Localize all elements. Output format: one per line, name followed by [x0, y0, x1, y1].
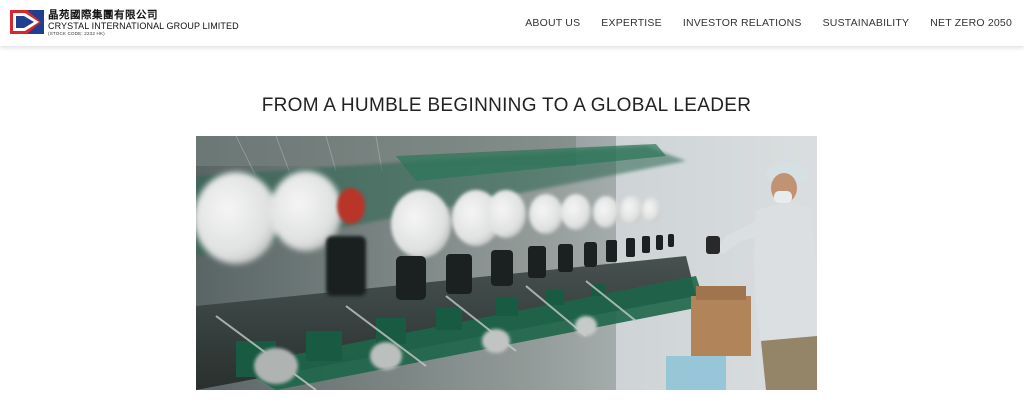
crystal-logo-icon[interactable] [10, 10, 44, 34]
brand-block[interactable]: 晶苑國際集團有限公司 CRYSTAL INTERNATIONAL GROUP L… [48, 9, 239, 37]
brand-name-chinese: 晶苑國際集團有限公司 [48, 9, 158, 21]
stock-code: (STOCK CODE: 2232 HK) [48, 31, 105, 36]
hero-title: FROM A HUMBLE BEGINNING TO A GLOBAL LEAD… [261, 95, 752, 116]
nav-investor-relations[interactable]: INVESTOR RELATIONS [683, 17, 802, 29]
nav-expertise[interactable]: EXPERTISE [601, 17, 662, 29]
nav-about-us[interactable]: ABOUT US [525, 17, 580, 29]
site-header: 晶苑國際集團有限公司 CRYSTAL INTERNATIONAL GROUP L… [0, 0, 1024, 46]
factory-photo [196, 136, 817, 390]
nav-sustainability[interactable]: SUSTAINABILITY [823, 17, 910, 29]
factory-photo-illustration [196, 136, 817, 390]
brand-name-english: CRYSTAL INTERNATIONAL GROUP LIMITED [48, 21, 239, 31]
main-nav: ABOUT US EXPERTISE INVESTOR RELATIONS SU… [525, 0, 1012, 46]
nav-net-zero-2050[interactable]: NET ZERO 2050 [930, 17, 1012, 29]
